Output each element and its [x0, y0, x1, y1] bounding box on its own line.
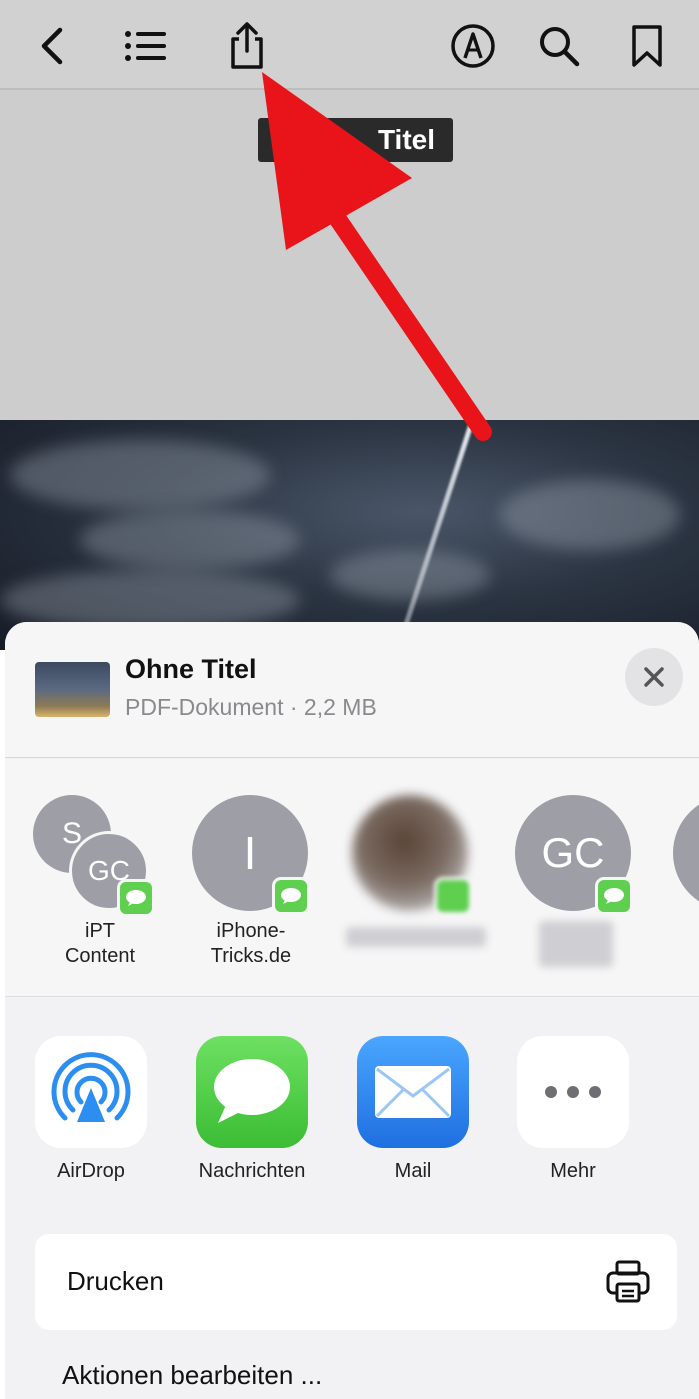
app-label: Mail	[394, 1160, 432, 1182]
list-icon[interactable]	[120, 18, 170, 74]
print-action[interactable]: Drucken	[35, 1234, 677, 1330]
mail-app[interactable]: Mail	[357, 1036, 469, 1182]
document-title: Titel	[258, 118, 453, 162]
messages-badge-icon	[434, 877, 472, 915]
share-icon[interactable]	[222, 18, 272, 74]
print-label: Drucken	[67, 1266, 164, 1296]
share-sheet: Ohne Titel PDF-Dokument · 2,2 MB S GC iP…	[5, 622, 699, 1399]
search-icon[interactable]	[534, 18, 584, 74]
contact-label: iPT	[85, 920, 115, 942]
avatar	[673, 795, 699, 911]
contact-blurred[interactable]	[338, 759, 488, 997]
more-dots-icon	[517, 1036, 629, 1148]
contact-label: Content	[64, 945, 136, 967]
contact-ipt-content[interactable]: S GC iPT Content	[25, 759, 175, 997]
messages-icon	[196, 1036, 308, 1148]
contact-label: Tricks.de	[210, 945, 292, 967]
top-toolbar	[0, 0, 699, 90]
back-chevron-icon[interactable]	[28, 18, 78, 74]
close-button[interactable]	[625, 648, 683, 706]
messages-app[interactable]: Nachrichten	[196, 1036, 308, 1182]
share-sheet-header: Ohne Titel PDF-Dokument · 2,2 MB	[5, 622, 699, 758]
file-thumbnail	[35, 662, 110, 717]
contact-partial[interactable]	[673, 759, 699, 997]
app-label: Nachrichten	[198, 1160, 306, 1182]
mail-icon	[357, 1036, 469, 1148]
contact-gc[interactable]: GC	[499, 759, 649, 997]
printer-icon	[606, 1260, 650, 1303]
close-icon	[644, 667, 664, 687]
bookmark-icon[interactable]	[622, 18, 672, 74]
edit-actions-link[interactable]: Aktionen bearbeiten ...	[62, 1360, 322, 1391]
contact-label: iPhone-	[216, 920, 286, 942]
more-app[interactable]: Mehr	[517, 1036, 629, 1182]
messages-badge-icon	[117, 879, 155, 917]
app-label: AirDrop	[57, 1160, 125, 1182]
share-apps-row: AirDrop Nachrichten Mail Mehr	[5, 998, 699, 1208]
messages-badge-icon	[272, 877, 310, 915]
messages-badge-icon	[595, 877, 633, 915]
airdrop-app[interactable]: AirDrop	[35, 1036, 147, 1182]
contact-iphone-tricks[interactable]: I iPhone- Tricks.de	[176, 759, 326, 997]
people-suggestions-row: S GC iPT Content I iPhone- Tricks.de GC	[5, 759, 699, 997]
airdrop-icon	[35, 1036, 147, 1148]
markup-pen-icon[interactable]	[448, 18, 498, 74]
document-photo	[0, 420, 699, 650]
file-meta: PDF-Dokument · 2,2 MB	[125, 694, 377, 720]
file-name: Ohne Titel	[125, 654, 257, 684]
app-label: Mehr	[550, 1160, 596, 1182]
